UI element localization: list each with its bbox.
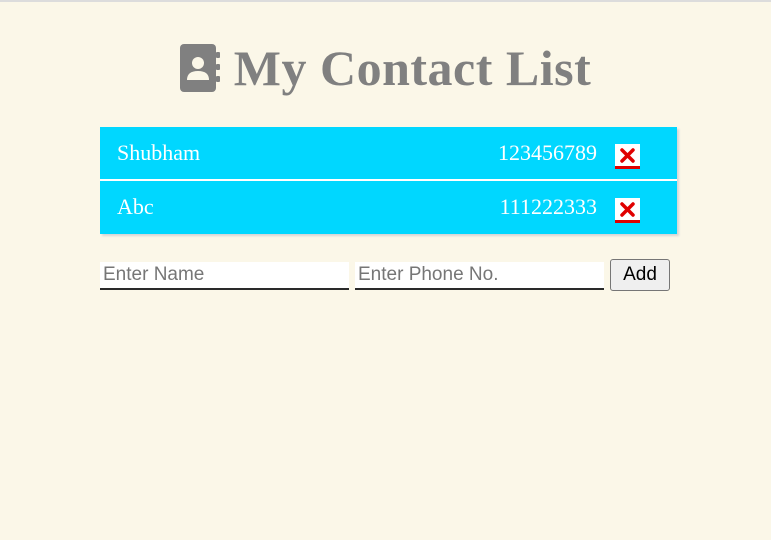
add-button[interactable]: Add [610, 259, 670, 291]
contact-name: Abc [117, 194, 154, 219]
contact-list: Shubham 123456789 Abc 111222333 [100, 127, 677, 234]
delete-contact-button[interactable] [615, 198, 640, 223]
close-icon [620, 148, 635, 163]
address-book-icon [179, 44, 220, 92]
close-icon [620, 202, 635, 217]
page-header: My Contact List [0, 40, 771, 96]
add-contact-form: Add [100, 259, 680, 291]
delete-contact-button[interactable] [615, 144, 640, 169]
contact-phone: 123456789 [498, 140, 597, 165]
contact-row: Shubham 123456789 [100, 127, 677, 181]
phone-input[interactable] [355, 262, 604, 290]
contact-row: Abc 111222333 [100, 181, 677, 234]
contact-name: Shubham [117, 140, 201, 165]
contact-phone: 111222333 [499, 194, 597, 219]
name-input[interactable] [100, 262, 349, 290]
top-border [0, 0, 771, 2]
page-title: My Contact List [233, 40, 592, 96]
